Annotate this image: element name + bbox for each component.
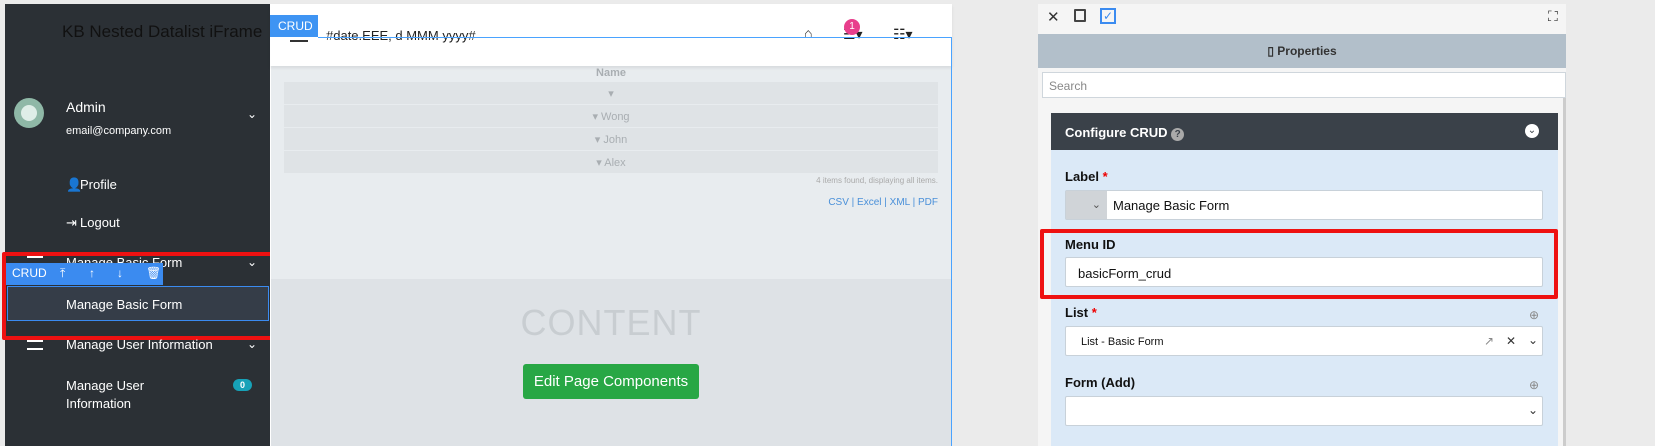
checkbox-icon[interactable]: ✓ [1100,8,1116,24]
crud-tag[interactable]: CRUD [270,15,318,37]
list-chevron-down-icon[interactable]: ⌄ [1528,333,1538,347]
sidebar-category-manage-user-information[interactable]: Manage User Information [66,337,213,352]
logout-icon: ⇥ [66,215,77,230]
date-placeholder: #date.EEE, d MMM yyyy# [326,28,476,43]
content-placeholder: CONTENT [520,302,702,343]
add-icon[interactable]: ⊕ [1529,308,1539,322]
hamburger-icon[interactable] [290,40,308,42]
save-icon[interactable] [1074,9,1086,22]
sidebar-highlight-box [2,252,280,340]
menu-id-highlight-box [1040,229,1558,299]
selection-outline-top [318,37,952,38]
form-chevron-down-icon[interactable]: ⌄ [1528,403,1538,417]
label-field-label: Label * [1065,169,1108,184]
table-row[interactable]: ▾ [284,82,938,104]
sidebar-item-manage-user-line2: Information [66,396,132,411]
clear-icon[interactable]: ✕ [1506,334,1516,348]
user-name: Admin [66,99,106,115]
list-select[interactable]: List - Basic Form [1065,326,1543,356]
add-form-icon[interactable]: ⊕ [1529,378,1539,392]
table-row[interactable]: ▾ Wong [284,105,938,127]
user-info-menu-icon [27,340,43,350]
language-dropdown[interactable]: ⌄ [1066,191,1107,219]
list-field-label: List * [1065,305,1097,320]
form-add-label: Form (Add) [1065,375,1136,390]
help-icon[interactable]: ? [1171,128,1185,141]
panel-header: ▯ Properties [1038,34,1566,68]
sidebar-item-logout[interactable]: ⇥ Logout [66,215,120,231]
avatar [14,98,44,128]
table-row[interactable]: ▾ John [284,128,938,150]
collapse-chevron-icon[interactable]: ⌄ [1525,124,1539,138]
form-add-select[interactable] [1065,396,1543,426]
label-field-value: Manage Basic Form [1113,198,1230,213]
edit-page-components-button[interactable]: Edit Page Components [523,364,699,399]
sidebar-item-manage-user[interactable]: Manage User [66,378,144,393]
document-icon: ▯ [1267,44,1278,58]
list-summary: 4 items found, displaying all items. [816,176,938,185]
user-chevron-down-icon[interactable]: ⌄ [247,107,257,121]
notification-badge: 1 [844,19,860,35]
export-links[interactable]: CSV | Excel | XML | PDF [760,197,938,208]
table-row[interactable]: ▾ Alex [284,151,938,173]
list-menu-icon[interactable]: ☷▾ [893,26,913,43]
sidebar-item-profile[interactable]: 👤Profile [66,177,117,193]
selection-outline-right [951,37,952,446]
expand-icon[interactable]: ⛶ [1548,8,1558,25]
edit-external-icon[interactable]: ↗ [1484,334,1494,348]
scrollbar[interactable] [1563,98,1566,446]
user-email: email@company.com [66,125,172,137]
search-input[interactable]: Search [1042,72,1566,98]
user-icon: 👤 [66,177,83,192]
app-title: KB Nested Datalist iFrame [62,22,263,41]
close-icon[interactable]: ✕ [1047,8,1060,26]
configure-crud-header[interactable]: Configure CRUD ? [1051,113,1558,150]
home-icon[interactable]: ⌂ [804,25,812,41]
count-badge: 0 [233,379,253,391]
user-info-chevron-down-icon[interactable]: ⌄ [247,337,257,351]
